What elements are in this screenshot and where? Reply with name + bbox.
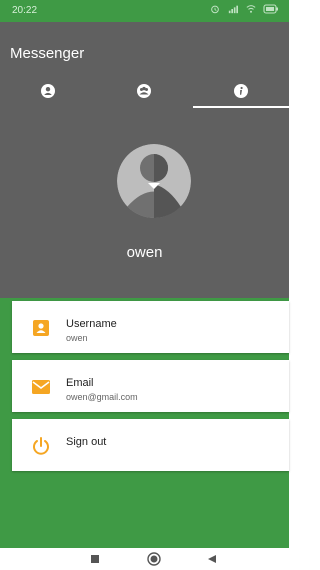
group-icon [137,84,152,98]
app-title: Messenger [10,45,85,62]
badge-icon [30,317,52,339]
power-icon [30,435,52,457]
tab-info[interactable] [192,74,289,108]
mail-icon [30,376,52,398]
profile-username: owen [126,244,163,261]
circle-icon [147,552,161,566]
sign-out-button[interactable]: Sign out [12,419,289,471]
wifi-icon [246,5,256,13]
app-bar: Messenger [0,22,289,108]
alarm-icon [211,5,219,14]
email-value: owen@gmail.com [66,392,138,402]
square-icon [91,555,99,563]
email-label: Email [66,377,94,389]
username-card: Username owen [12,301,289,353]
recents-button[interactable] [87,551,103,567]
home-button[interactable] [146,551,162,567]
battery-icon [263,4,278,14]
person-icon [41,84,56,98]
details-panel: Username owen Email owen@gmail.com Sign … [0,298,289,548]
info-icon [233,84,248,98]
profile-header: owen [0,108,289,298]
tab-contacts[interactable] [0,74,96,108]
email-card: Email owen@gmail.com [12,360,289,412]
signal-icon [228,5,238,14]
navigation-bar [0,548,289,570]
sign-out-label: Sign out [66,436,107,448]
status-time: 20:22 [12,5,38,16]
username-label: Username [66,318,117,330]
tab-groups[interactable] [96,74,192,108]
status-bar: 20:22 [0,0,289,22]
tab-bar [0,74,289,108]
triangle-left-icon [208,555,216,563]
avatar-icon [117,144,191,218]
back-button[interactable] [204,551,220,567]
username-value: owen [66,333,88,343]
